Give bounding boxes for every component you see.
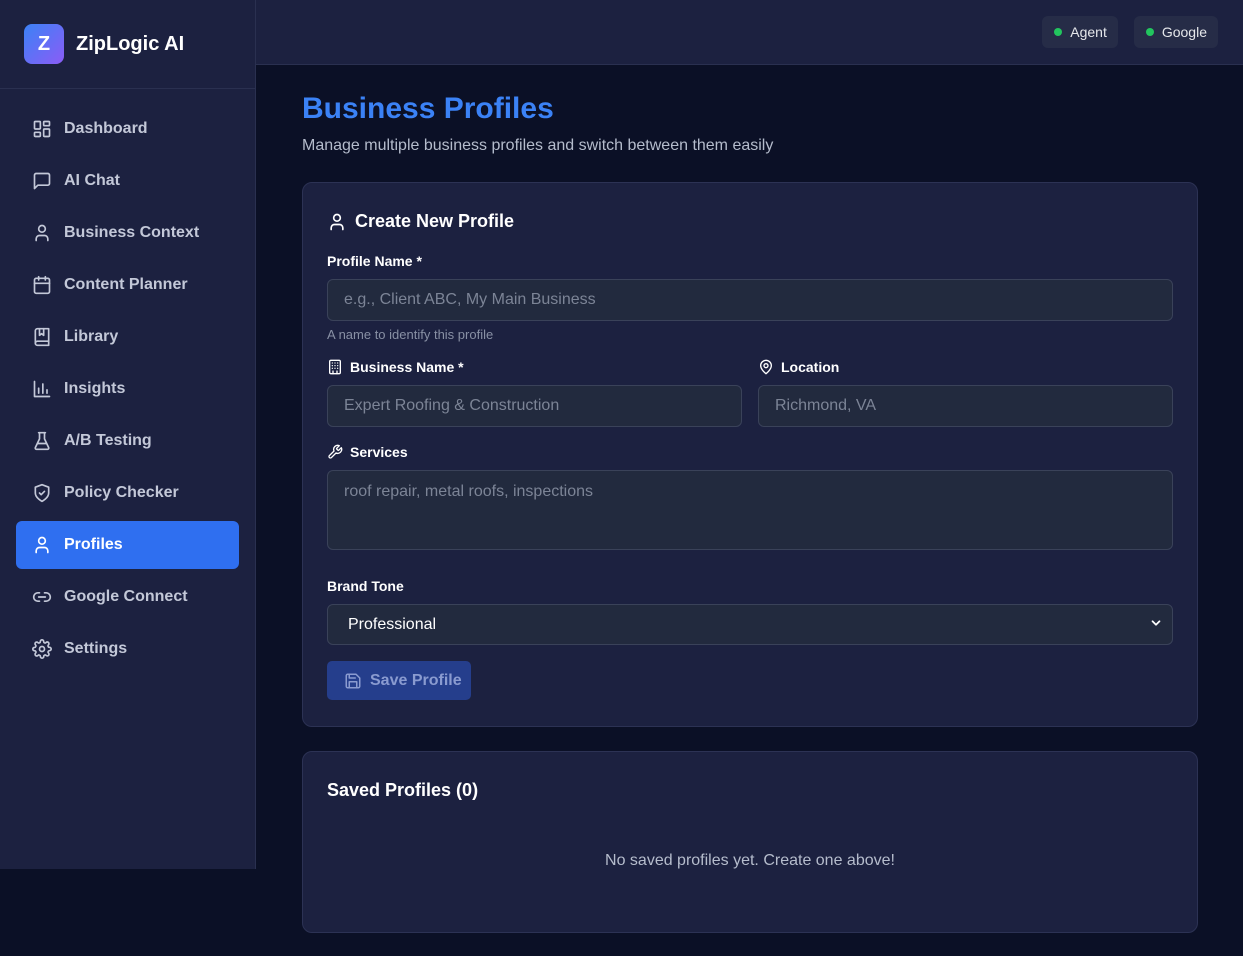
location-input[interactable] (758, 385, 1173, 427)
saved-profiles-card: Saved Profiles (0) No saved profiles yet… (302, 751, 1198, 933)
app-logo: Z (24, 24, 64, 64)
dashboard-icon (33, 120, 51, 138)
status-dot (1145, 28, 1154, 36)
business-location-row: Business Name * Location (327, 359, 1173, 427)
sidebar-item-label: Content Planner (64, 276, 188, 293)
gear-icon (32, 639, 52, 659)
sidebar-item-label: AI Chat (64, 172, 120, 189)
services-group: Services (327, 444, 1173, 555)
flask-icon (34, 431, 50, 451)
sidebar-item-dashboard[interactable]: Dashboard (16, 105, 239, 153)
sidebar-item-library[interactable]: Library (16, 313, 239, 361)
bar-chart-icon (33, 380, 51, 398)
sidebar-item-ai-chat[interactable]: AI Chat (16, 157, 239, 205)
profile-name-input[interactable] (327, 279, 1173, 321)
location-group: Location (758, 359, 1173, 427)
brand-tone-select[interactable]: Professional (327, 604, 1173, 645)
profile-name-group: Profile Name * A name to identify this p… (327, 253, 1173, 342)
map-pin-icon (760, 359, 772, 375)
sidebar-item-business-context[interactable]: Business Context (16, 209, 239, 257)
google-status-label: Google (1161, 24, 1207, 40)
sidebar-nav: Dashboard AI Chat Business Context Conte… (0, 89, 255, 673)
book-icon (34, 327, 50, 347)
location-label-wrap: Location (758, 359, 1173, 375)
profile-name-label: Profile Name * (327, 253, 422, 269)
sidebar-item-label: Insights (64, 380, 126, 397)
page-title: Business Profiles (302, 92, 554, 125)
user-icon (35, 224, 49, 242)
sidebar-item-profiles[interactable]: Profiles (16, 521, 239, 569)
sidebar-item-label: Google Connect (64, 588, 188, 605)
save-profile-label: Save Profile (370, 671, 462, 689)
topbar: Agent Google (256, 0, 1243, 65)
status-dot (1054, 28, 1063, 36)
business-name-group: Business Name * (327, 359, 742, 427)
brand-tone-group: Brand Tone Professional (327, 578, 1173, 645)
brand[interactable]: Z ZipLogic AI (0, 0, 255, 89)
sidebar-item-settings[interactable]: Settings (16, 625, 239, 673)
profile-name-hint: A name to identify this profile (327, 327, 494, 342)
brand-tone-select-wrap: Professional (327, 604, 1173, 645)
sidebar-item-insights[interactable]: Insights (16, 365, 239, 413)
sidebar-item-label: Policy Checker (64, 484, 179, 501)
sidebar-item-label: Business Context (64, 224, 200, 241)
user-icon (35, 536, 49, 554)
sidebar-item-ab-testing[interactable]: A/B Testing (16, 417, 239, 465)
building-icon (329, 359, 341, 375)
create-profile-title: Create New Profile (355, 211, 515, 231)
sidebar-item-label: Dashboard (64, 120, 148, 137)
location-label: Location (781, 359, 840, 375)
agent-status-badge[interactable]: Agent (1042, 16, 1118, 48)
app-name: ZipLogic AI (76, 32, 185, 55)
business-name-label: Business Name * (350, 359, 464, 375)
calendar-icon (33, 275, 51, 295)
wrench-icon (328, 444, 343, 459)
agent-status-label: Agent (1070, 24, 1107, 40)
chat-icon (33, 172, 51, 190)
sidebar-item-google-connect[interactable]: Google Connect (16, 573, 239, 621)
save-profile-button[interactable]: Save Profile (327, 661, 471, 700)
chevron-down-icon (1151, 620, 1161, 626)
sidebar: Z ZipLogic AI Dashboard AI Chat Business… (0, 0, 256, 869)
services-textarea[interactable] (327, 470, 1173, 550)
services-label-wrap: Services (327, 444, 1173, 460)
brand-tone-selected: Professional (348, 615, 437, 633)
services-label: Services (350, 444, 408, 460)
google-status-badge[interactable]: Google (1133, 16, 1218, 48)
sidebar-item-label: A/B Testing (64, 432, 152, 449)
create-profile-card: Create New Profile Profile Name * A name… (302, 182, 1198, 727)
empty-state-message: No saved profiles yet. Create one above! (605, 852, 895, 869)
main-content: Business Profiles Manage multiple busine… (302, 65, 1198, 933)
user-icon (330, 213, 344, 230)
save-icon (345, 673, 361, 688)
brand-tone-label: Brand Tone (327, 578, 404, 594)
business-name-input[interactable] (327, 385, 742, 427)
saved-profiles-title: Saved Profiles (0) (327, 780, 479, 800)
page-subtitle: Manage multiple business profiles and sw… (302, 137, 774, 154)
sidebar-item-label: Profiles (64, 536, 123, 553)
shield-check-icon (34, 483, 50, 503)
create-profile-header: Create New Profile (327, 211, 1173, 232)
sidebar-item-policy-checker[interactable]: Policy Checker (16, 469, 239, 517)
business-name-label-wrap: Business Name * (327, 359, 742, 375)
link-icon (32, 592, 52, 602)
sidebar-item-content-planner[interactable]: Content Planner (16, 261, 239, 309)
sidebar-item-label: Library (64, 328, 119, 345)
sidebar-item-label: Settings (64, 640, 128, 657)
